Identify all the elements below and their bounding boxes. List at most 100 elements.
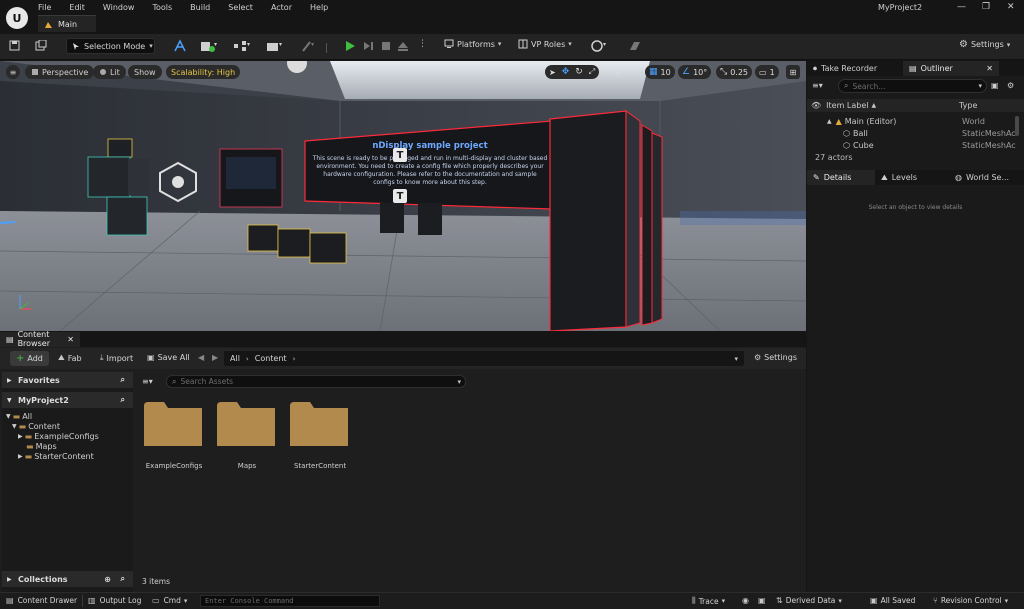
text-actor-icon[interactable]: T	[393, 189, 407, 203]
collections-header[interactable]: ▶ Collections ⊕ ⌕	[2, 571, 133, 587]
scale-snap-toggle[interactable]: ⤡ 0.25	[716, 65, 753, 79]
selection-mode-dropdown[interactable]: Selection Mode ▾	[66, 38, 155, 54]
revision-control-dropdown[interactable]: ⑂ Revision Control ▾	[933, 596, 1008, 605]
col-type[interactable]: Type	[959, 101, 977, 110]
add-actor-icon[interactable]: ▾	[200, 39, 218, 53]
maximize-icon[interactable]: ❐	[982, 2, 990, 12]
cmd-dropdown[interactable]: ▭ Cmd ▾	[152, 596, 187, 605]
asset-search-input[interactable]: ⌕ Search Assets ▾	[166, 375, 466, 388]
outliner-row[interactable]: ⬡ Cube StaticMeshAc	[807, 139, 1024, 151]
unreal-logo-icon[interactable]: U	[6, 7, 28, 29]
console-command-input[interactable]: Enter Console Command	[200, 595, 380, 607]
filter-icon[interactable]: ≡▾	[812, 81, 823, 90]
menu-help[interactable]: Help	[310, 3, 328, 12]
tab-world-settings[interactable]: ◍ World Se...	[949, 170, 1024, 185]
select-tool-icon[interactable]: ➤	[549, 68, 556, 77]
tree-item[interactable]: ▼ ▬ Content	[2, 421, 133, 431]
record-trace-icon[interactable]: ◉	[742, 596, 749, 605]
fab-button[interactable]: ⛰︎ Fab	[58, 353, 82, 363]
camera-speed-button[interactable]: ▭ 1	[755, 65, 779, 79]
translate-tool-icon[interactable]: ✥	[562, 67, 570, 77]
level-viewport[interactable]: nDisplay sample project This scene is re…	[0, 61, 806, 331]
play-icon[interactable]	[344, 39, 356, 53]
import-button[interactable]: ⤓ Import	[100, 353, 133, 363]
asset-folder[interactable]: StarterContent	[290, 402, 350, 474]
rotation-snap-toggle[interactable]: ∠ 10°	[678, 65, 712, 79]
tab-take-recorder[interactable]: ⏺ Take Recorder	[807, 61, 903, 76]
trace-dropdown[interactable]: ⫼ Trace ▾	[692, 596, 725, 606]
viewport-menu-icon[interactable]: ≡	[6, 65, 20, 79]
output-log-button[interactable]: ▥ Output Log	[88, 596, 141, 605]
project-header[interactable]: ▼ MyProject2 ⌕	[2, 392, 133, 408]
tree-item[interactable]: ▶ ▬ ExampleConfigs	[2, 431, 133, 441]
history-back-icon[interactable]: ◀	[198, 353, 204, 362]
derived-data-dropdown[interactable]: ⇅ Derived Data ▾	[776, 596, 842, 605]
lit-button[interactable]: Lit	[93, 65, 126, 79]
scale-tool-icon[interactable]: ⤢	[589, 67, 595, 77]
close-icon[interactable]: ✕	[986, 64, 993, 73]
cb-settings-button[interactable]: ⚙ Settings	[754, 353, 797, 362]
save-icon[interactable]	[9, 40, 20, 51]
vp-roles-dropdown[interactable]: VP Roles ▾	[518, 39, 572, 49]
all-saved-button[interactable]: ▣ All Saved	[870, 596, 915, 605]
menu-window[interactable]: Window	[103, 3, 135, 12]
add-button[interactable]: + Add	[10, 351, 49, 366]
menu-tools[interactable]: Tools	[152, 3, 172, 12]
perspective-button[interactable]: Perspective	[25, 65, 95, 79]
asset-folder[interactable]: Maps	[217, 402, 277, 474]
menu-edit[interactable]: Edit	[69, 3, 85, 12]
grid-snap-toggle[interactable]: ▦ 10	[645, 65, 675, 79]
outliner-row[interactable]: ⬡ Ball StaticMeshAc	[807, 127, 1024, 139]
tab-outliner[interactable]: ▤ Outliner ✕	[903, 61, 999, 76]
show-button[interactable]: Show	[128, 65, 162, 79]
snapshot-icon[interactable]: ▣	[758, 596, 766, 605]
tab-details[interactable]: ✎ Details	[807, 170, 875, 185]
close-icon[interactable]: ✕	[1007, 2, 1015, 12]
scalability-badge[interactable]: Scalability: High	[166, 65, 241, 79]
tree-item[interactable]: ▼ ▬ All	[2, 411, 133, 421]
surface-snap-icon[interactable]: ⌖	[627, 65, 641, 79]
visibility-eye-icon[interactable]: 👁︎	[811, 101, 821, 110]
save-all-button[interactable]: ▣ Save All	[147, 353, 190, 362]
step-icon[interactable]	[362, 39, 374, 53]
close-icon[interactable]: ✕	[67, 335, 74, 344]
modeling-mode-icon[interactable]	[173, 39, 187, 53]
menu-build[interactable]: Build	[190, 3, 210, 12]
settings-button[interactable]: ⚙ Settings ▾	[959, 39, 1010, 50]
favorites-header[interactable]: ▶ Favorites ⌕	[2, 372, 133, 388]
outliner-row[interactable]: ▲ ▲ Main (Editor) World	[807, 115, 1024, 127]
breadcrumb-all[interactable]: All	[230, 354, 240, 363]
history-forward-icon[interactable]: ▶	[212, 353, 218, 362]
col-item-label[interactable]: Item Label	[826, 101, 868, 110]
menu-actor[interactable]: Actor	[271, 3, 292, 12]
add-collection-icon[interactable]: ⊕	[104, 575, 111, 584]
menu-select[interactable]: Select	[228, 3, 253, 12]
menu-file[interactable]: File	[38, 3, 51, 12]
tree-item[interactable]: ▬ Maps	[2, 441, 133, 451]
search-icon[interactable]: ⌕	[121, 395, 125, 405]
blueprints-icon[interactable]: ▾	[233, 39, 251, 53]
path-breadcrumb[interactable]: All › Content › ▾	[224, 351, 744, 366]
switchboard-icon[interactable]: ▾	[590, 39, 608, 53]
asset-folder[interactable]: ExampleConfigs	[144, 402, 204, 474]
tab-levels[interactable]: ⛰︎ Levels	[875, 170, 949, 185]
eject-icon[interactable]	[397, 39, 409, 53]
cinematics-icon[interactable]: ▾	[266, 39, 284, 53]
outliner-scrollbar[interactable]	[1015, 116, 1019, 136]
world-local-icon[interactable]: 🌐︎	[610, 65, 624, 79]
stop-icon[interactable]	[380, 40, 392, 52]
content-drawer-button[interactable]: ▤ Content Drawer	[6, 596, 77, 605]
minimize-icon[interactable]: —	[957, 2, 966, 12]
filter-icon[interactable]: ≡▾	[142, 377, 153, 386]
breadcrumb-content[interactable]: Content	[255, 354, 287, 363]
tree-item[interactable]: ▶ ▬ StarterContent	[2, 451, 133, 461]
rotate-tool-icon[interactable]: ↻	[575, 67, 583, 77]
tab-content-browser[interactable]: ▤ Content Browser ✕	[0, 330, 80, 348]
level-tab[interactable]: Main	[38, 15, 96, 32]
paint-icon[interactable]: ▾	[300, 39, 316, 53]
settings-icon[interactable]: ⚙	[1007, 81, 1014, 90]
browse-level-icon[interactable]	[35, 40, 47, 51]
search-icon[interactable]: ⌕	[121, 574, 125, 584]
outliner-search-input[interactable]: ⌕ Search... ▾	[838, 79, 987, 93]
platforms-dropdown[interactable]: Platforms ▾	[444, 39, 501, 49]
